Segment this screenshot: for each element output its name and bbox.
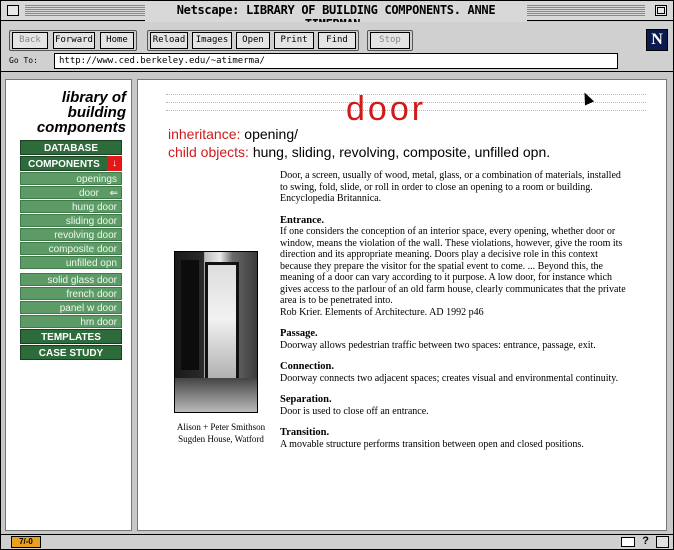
nav-components[interactable]: COMPONENTS ↓ (20, 156, 122, 171)
child-objects-links[interactable]: hung, sliding, revolving, composite, unf… (253, 144, 550, 160)
section-text: Door is used to close off an entrance. (280, 405, 429, 417)
content-area: library of building components DATABASE … (1, 73, 673, 533)
security-key-icon[interactable]: 7/-0 (11, 536, 41, 548)
down-arrow-icon: ↓ (107, 156, 122, 171)
nav-composite-door[interactable]: composite door (20, 242, 122, 255)
nav-panel-w-door[interactable]: panel w door (20, 301, 122, 314)
section-heading: Entrance. (280, 214, 325, 226)
forward-button[interactable]: Forward (53, 32, 95, 49)
open-button[interactable]: Open (236, 32, 270, 49)
zoom-box[interactable] (655, 5, 667, 16)
nav-solid-glass-door[interactable]: solid glass door (20, 273, 122, 286)
page-title: door (346, 90, 427, 128)
library-title: library of building components (36, 89, 126, 136)
description: Door, a screen, usually of wood, metal, … (280, 170, 630, 460)
main-frame[interactable]: door inheritance: opening/ child objects… (137, 79, 667, 531)
section-text: Doorway connects two adjacent spaces; cr… (280, 372, 619, 384)
photo-caption: Alison + Peter Smithson Sugden House, Wa… (176, 422, 266, 444)
inheritance-line: inheritance: opening/ (168, 126, 298, 142)
nav-database[interactable]: DATABASE (20, 140, 122, 155)
nav-openings[interactable]: openings (20, 172, 122, 185)
nav-hung-door[interactable]: hung door (20, 200, 122, 213)
title-bar[interactable]: Netscape: LIBRARY OF BUILDING COMPONENTS… (1, 1, 673, 31)
netscape-logo-icon[interactable]: N (646, 29, 668, 51)
section-text: If one considers the conception of an in… (280, 226, 626, 306)
section-source: Rob Krier. Elements of Architecture. AD … (280, 306, 484, 318)
nav-hm-door[interactable]: hm door (20, 315, 122, 328)
resize-grow-box[interactable] (656, 536, 669, 548)
status-bar: 7/-0 ? (1, 534, 673, 549)
nav-list: DATABASE COMPONENTS ↓ openings door ⇐ hu… (20, 140, 122, 361)
goto-label: Go To: (9, 56, 38, 65)
nav-case-study[interactable]: CASE STUDY (20, 345, 122, 360)
nav-unfilled-opn[interactable]: unfilled opn (20, 256, 122, 269)
toolbar: Back Forward Home Reload Images Open Pri… (1, 22, 673, 72)
url-field[interactable]: http://www.ced.berkeley.edu/~atimerma/ (54, 53, 618, 69)
mouse-cursor-icon (579, 90, 595, 106)
nav-templates[interactable]: TEMPLATES (20, 329, 122, 344)
section-heading: Connection. (280, 361, 334, 372)
intro-text: Door, a screen, usually of wood, metal, … (280, 170, 621, 204)
nav-revolving-door[interactable]: revolving door (20, 228, 122, 241)
home-button[interactable]: Home (100, 32, 134, 49)
nav-door[interactable]: door ⇐ (20, 186, 122, 199)
navigation-frame[interactable]: library of building components DATABASE … (5, 79, 132, 531)
inheritance-link[interactable]: opening/ (244, 126, 298, 142)
browser-window: Netscape: LIBRARY OF BUILDING COMPONENTS… (0, 0, 674, 550)
section-heading: Transition. (280, 427, 330, 438)
section-heading: Passage. (280, 328, 318, 339)
nav-sliding-door[interactable]: sliding door (20, 214, 122, 227)
door-photo (174, 251, 258, 413)
left-arrow-icon: ⇐ (109, 188, 118, 199)
section-text: A movable structure performs transition … (280, 438, 584, 450)
child-objects-line: child objects: hung, sliding, revolving,… (168, 144, 551, 160)
section-text: Doorway allows pedestrian traffic betwee… (280, 339, 596, 351)
back-button[interactable]: Back (12, 32, 48, 49)
images-button[interactable]: Images (192, 32, 232, 49)
mail-icon[interactable] (621, 537, 635, 547)
section-heading: Separation. (280, 394, 332, 405)
stop-button[interactable]: Stop (370, 32, 410, 49)
find-button[interactable]: Find (318, 32, 356, 49)
close-box[interactable] (7, 5, 19, 16)
nav-french-door[interactable]: french door (20, 287, 122, 300)
print-button[interactable]: Print (274, 32, 314, 49)
help-icon[interactable]: ? (642, 535, 649, 547)
reload-button[interactable]: Reload (150, 32, 188, 49)
